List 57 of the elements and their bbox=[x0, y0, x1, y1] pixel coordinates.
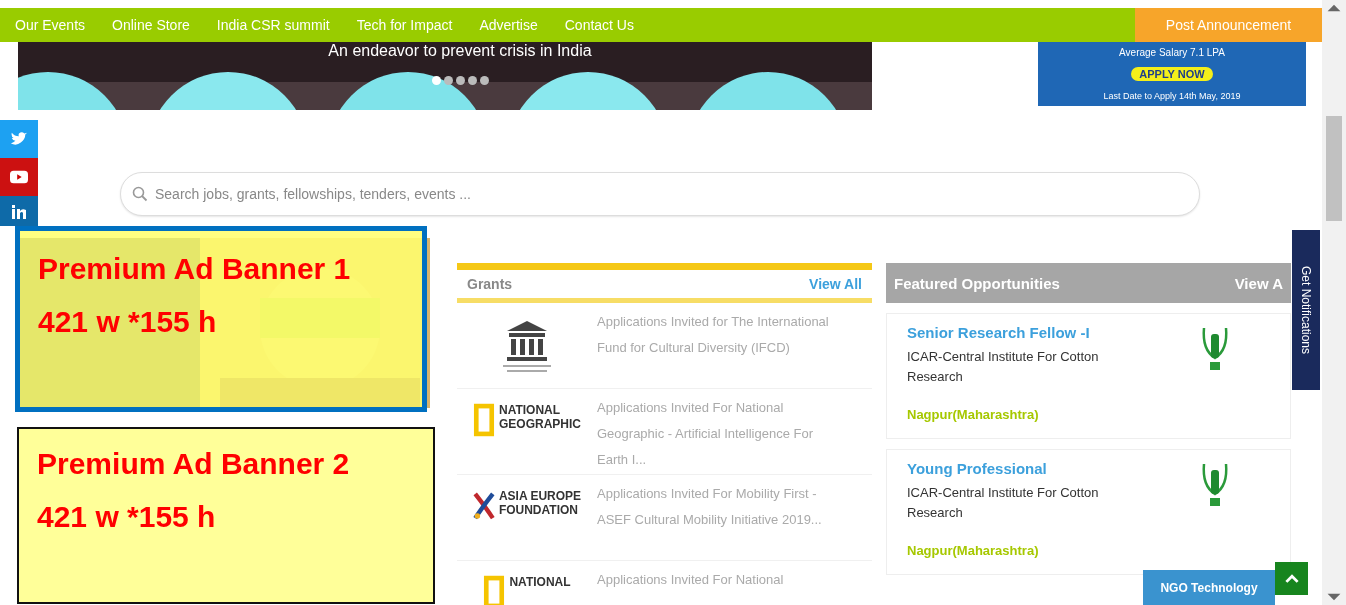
view-all-link[interactable]: View All bbox=[809, 276, 862, 292]
youtube-button[interactable] bbox=[0, 158, 38, 196]
grant-link[interactable]: Applications Invited For National Geographic - Artificial Intelligence For Earth I... bbox=[597, 395, 847, 474]
banner-title: Premium Ad Banner 1 bbox=[38, 251, 352, 287]
nav-link[interactable]: Online Store bbox=[112, 17, 190, 33]
organisation-name: ICAR-Central Institute For Cotton Research bbox=[907, 348, 1100, 386]
slide-dot[interactable] bbox=[455, 76, 465, 85]
view-all-link[interactable]: View A bbox=[1234, 274, 1283, 292]
frame-icon bbox=[483, 575, 506, 605]
organisation-name: ICAR-Central Institute For Cotton Research bbox=[907, 484, 1100, 522]
scrollbar[interactable] bbox=[1322, 0, 1346, 605]
nav-link[interactable]: Tech for Impact bbox=[356, 17, 453, 33]
section-title: Featured Opportunities bbox=[894, 274, 1060, 292]
post-announcement-button[interactable]: Post Announcement bbox=[1135, 8, 1322, 42]
logo-text: FOUNDATION bbox=[498, 503, 579, 517]
back-to-top-button[interactable] bbox=[1275, 562, 1308, 595]
opportunity-title[interactable]: Senior Research Fellow -I bbox=[907, 324, 1137, 341]
slide-caption: An endeavor to prevent crisis in India bbox=[328, 42, 592, 60]
grant-link[interactable]: Applications Invited For National bbox=[597, 567, 847, 605]
banner-size: 421 w *155 h bbox=[38, 304, 218, 340]
nav-link[interactable]: India CSR summit bbox=[216, 17, 330, 33]
bird-icon bbox=[10, 131, 28, 147]
logo-text: ASIA EUROPE bbox=[498, 489, 582, 503]
section-title: Grants bbox=[467, 276, 513, 292]
grant-link[interactable]: Applications Invited for The International Fund for Cultural Diversity (IFCD) bbox=[597, 309, 847, 388]
search-icon bbox=[132, 186, 148, 202]
logo-text: GEOGRAPHIC bbox=[499, 417, 581, 431]
salary-text: Average Salary 7.1 LPA bbox=[1119, 46, 1225, 58]
opportunity-card[interactable]: Senior Research Fellow -I ICAR-Central Institute For Cotton Research Nagpur(Maharashtra) bbox=[886, 313, 1291, 439]
location-text: Nagpur(Maharashtra) bbox=[907, 543, 1040, 558]
nav-link[interactable]: Advertise bbox=[479, 17, 538, 33]
grant-link[interactable]: Applications Invited For Mobility First - ASEF Cultural Mobility Initiative 2019... bbox=[597, 481, 847, 560]
job-ad[interactable]: Average Salary 7.1 LPA APPLY NOW Last Date to Apply 14th May, 2019 bbox=[1038, 42, 1306, 106]
scroll-thumb[interactable] bbox=[1326, 116, 1342, 221]
linkedin-button[interactable] bbox=[0, 196, 38, 226]
notifications-tab[interactable]: Get Notifications bbox=[1292, 230, 1320, 390]
linkedin-icon bbox=[10, 204, 28, 220]
search-field[interactable]: Search jobs, grants, fellowships, tenders, events ... bbox=[120, 172, 1200, 216]
location-text: Nagpur(Maharashtra) bbox=[907, 407, 1040, 422]
ngo-technology-button[interactable]: NGO Technology bbox=[1143, 570, 1275, 605]
slide-dot[interactable] bbox=[443, 76, 453, 85]
logo-text: NATIONAL bbox=[509, 575, 571, 589]
play-icon bbox=[10, 169, 28, 185]
deadline-text: Last Date to Apply 14th May, 2019 bbox=[1103, 91, 1241, 102]
banner-title: Premium Ad Banner 2 bbox=[37, 446, 351, 482]
twitter-button[interactable] bbox=[0, 120, 38, 158]
apply-now-button[interactable]: APPLY NOW bbox=[1131, 67, 1213, 82]
banner-size: 421 w *155 h bbox=[37, 499, 217, 535]
logo-text: NATIONAL bbox=[499, 403, 562, 417]
chevron-up-icon bbox=[1284, 574, 1299, 583]
frame-icon bbox=[473, 403, 495, 437]
slide-dot[interactable] bbox=[467, 76, 477, 85]
opportunity-title[interactable]: Young Professional bbox=[907, 460, 1137, 477]
slide-dot[interactable] bbox=[431, 76, 441, 85]
slide-dot[interactable] bbox=[479, 76, 489, 85]
nav-link[interactable]: Contact Us bbox=[564, 17, 634, 33]
nav-link[interactable]: Our Events bbox=[15, 17, 86, 33]
